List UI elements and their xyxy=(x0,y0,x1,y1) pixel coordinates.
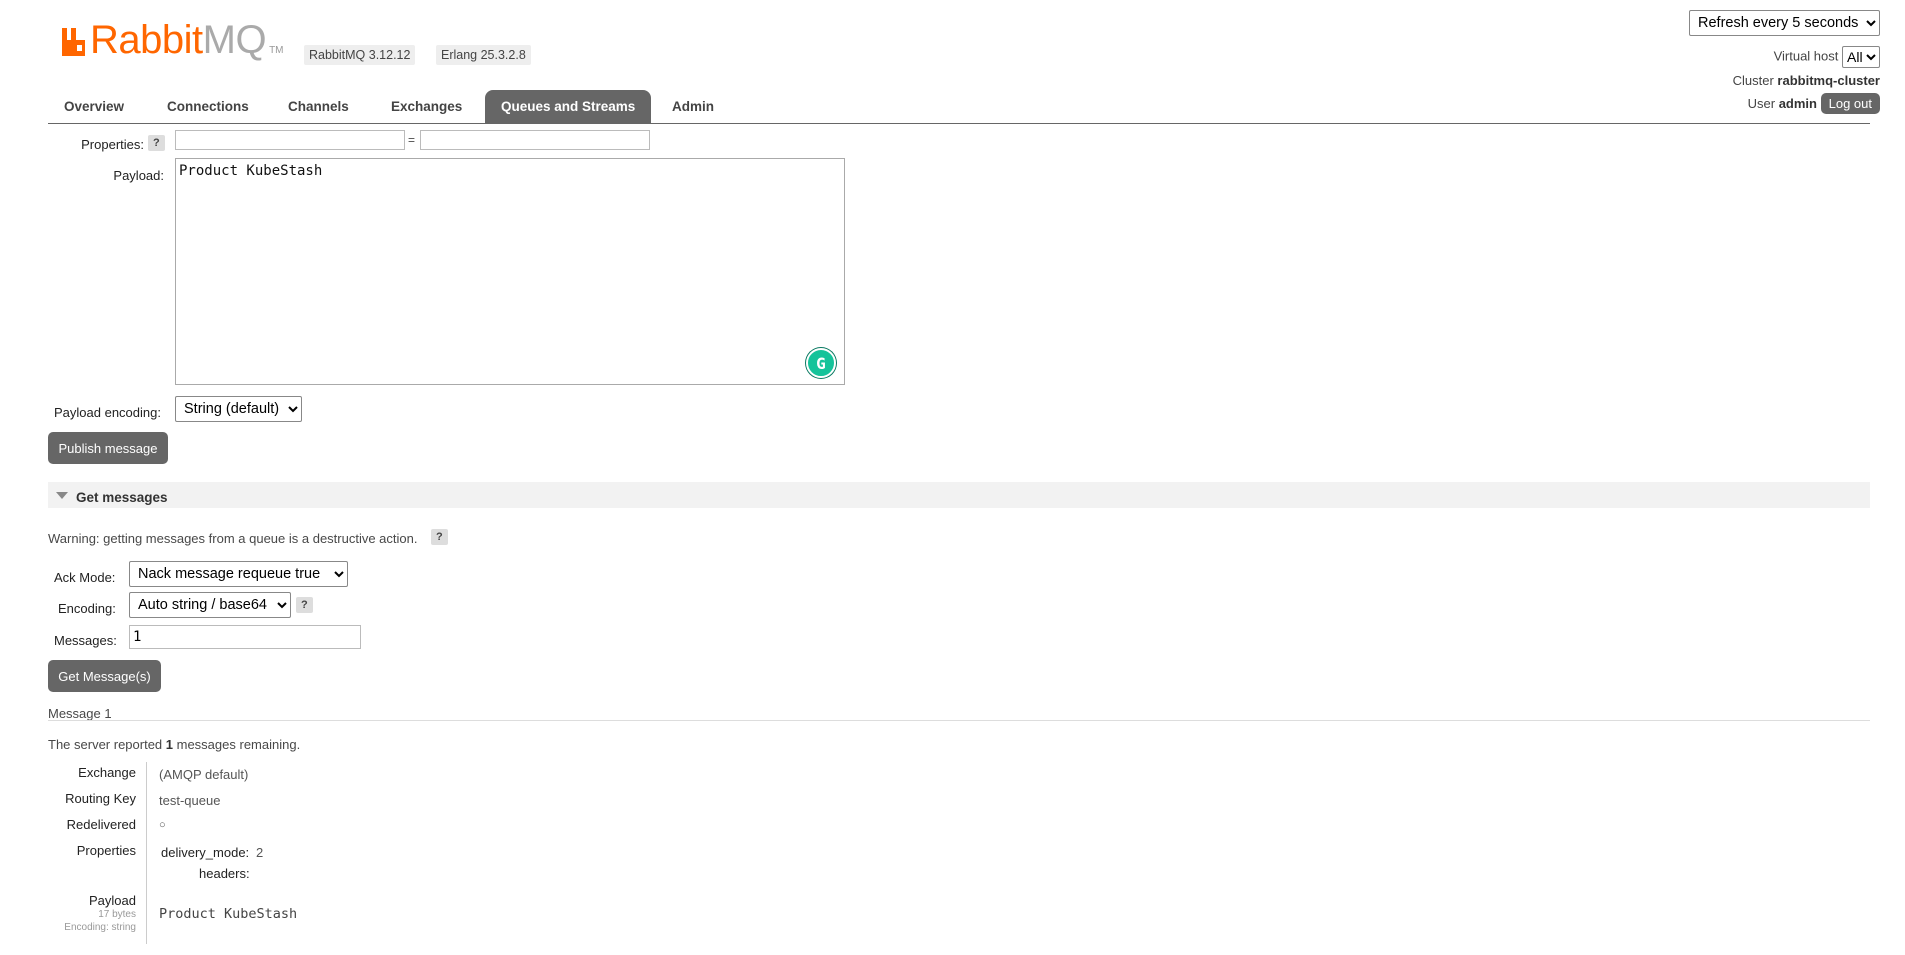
virtual-host-select[interactable]: All xyxy=(1842,46,1880,68)
logo-trademark: TM xyxy=(269,45,284,56)
tab-channels[interactable]: Channels xyxy=(272,90,365,123)
grammarly-icon[interactable]: G xyxy=(806,348,836,378)
rabbitmq-logo-icon xyxy=(62,28,85,56)
payload-text: Product KubeStash xyxy=(179,163,323,179)
logo-text-mq: MQ xyxy=(202,18,267,62)
property-equals-sign: = xyxy=(408,133,416,147)
exchange-value: (AMQP default) xyxy=(159,767,249,782)
encoding-label: Encoding: xyxy=(58,601,116,616)
messages-remaining-text: The server reported 1 messages remaining… xyxy=(48,737,300,752)
encoding-help-button[interactable]: ? xyxy=(296,597,313,613)
publish-message-button[interactable]: Publish message xyxy=(48,432,168,464)
properties-label: Properties: xyxy=(81,137,144,152)
cluster-row: Cluster rabbitmq-cluster xyxy=(1733,73,1880,88)
remaining-prefix: The server reported xyxy=(48,737,166,752)
erlang-version-badge: Erlang 25.3.2.8 xyxy=(436,45,531,65)
remaining-suffix: messages remaining. xyxy=(173,737,301,752)
delivery-mode-value: 2 xyxy=(256,845,264,860)
messages-count-input[interactable] xyxy=(129,625,361,649)
redelivered-value: ○ xyxy=(159,819,166,831)
message-details-divider xyxy=(146,762,147,944)
message-divider xyxy=(48,720,1870,721)
rabbitmq-logo: RabbitMQ TM xyxy=(60,20,284,60)
logo-text-rabbit: Rabbit xyxy=(90,18,203,62)
property-value-input[interactable] xyxy=(420,130,650,150)
warning-help-button[interactable]: ? xyxy=(431,529,448,545)
payload-label: Payload: xyxy=(113,168,164,183)
encoding-select[interactable]: Auto string / base64 xyxy=(129,592,291,618)
properties-detail-label: Properties xyxy=(76,843,136,858)
main-nav: Overview Connections Channels Exchanges … xyxy=(48,90,1870,124)
routing-key-value: test-queue xyxy=(159,793,221,808)
payload-encoding-select[interactable]: String (default) xyxy=(175,396,302,422)
payload-encoding-label: Payload encoding: xyxy=(54,405,161,420)
payload-size: 17 bytes xyxy=(98,909,136,920)
property-key-input[interactable] xyxy=(175,130,405,150)
redelivered-label: Redelivered xyxy=(66,817,136,832)
headers-label: headers: xyxy=(199,866,250,881)
get-messages-button[interactable]: Get Message(s) xyxy=(48,660,161,692)
collapse-triangle-icon xyxy=(56,492,68,499)
get-messages-warning: Warning: getting messages from a queue i… xyxy=(48,531,418,546)
message-title: Message 1 xyxy=(48,706,112,721)
payload-detail-label: Payload xyxy=(89,893,136,908)
ack-mode-select[interactable]: Nack message requeue true xyxy=(129,561,348,587)
cluster-name: rabbitmq-cluster xyxy=(1777,73,1880,88)
get-messages-section-header[interactable] xyxy=(48,482,1870,508)
properties-help-button[interactable]: ? xyxy=(148,135,165,151)
payload-textarea[interactable]: Product KubeStash G xyxy=(175,158,845,385)
refresh-interval-select[interactable]: Refresh every 5 seconds xyxy=(1689,10,1880,36)
cluster-label: Cluster xyxy=(1732,73,1774,88)
messages-count-label: Messages: xyxy=(54,633,117,648)
tab-exchanges[interactable]: Exchanges xyxy=(375,90,478,123)
remaining-count: 1 xyxy=(165,737,174,752)
tab-admin[interactable]: Admin xyxy=(656,90,730,123)
exchange-label: Exchange xyxy=(78,765,136,780)
routing-key-label: Routing Key xyxy=(65,791,136,806)
virtual-host-label: Virtual host xyxy=(1773,48,1839,64)
tab-connections[interactable]: Connections xyxy=(151,90,265,123)
tab-queues-and-streams[interactable]: Queues and Streams xyxy=(485,90,652,123)
payload-encoding-info: Encoding: string xyxy=(64,922,136,933)
rabbitmq-version-badge: RabbitMQ 3.12.12 xyxy=(304,45,416,65)
ack-mode-label: Ack Mode: xyxy=(54,570,116,585)
virtual-host-row: Virtual host All xyxy=(1774,46,1880,68)
tab-overview[interactable]: Overview xyxy=(48,90,140,123)
delivery-mode-label: delivery_mode: xyxy=(161,845,250,860)
get-messages-title: Get messages xyxy=(76,490,168,505)
payload-detail-value: Product KubeStash xyxy=(159,906,298,922)
